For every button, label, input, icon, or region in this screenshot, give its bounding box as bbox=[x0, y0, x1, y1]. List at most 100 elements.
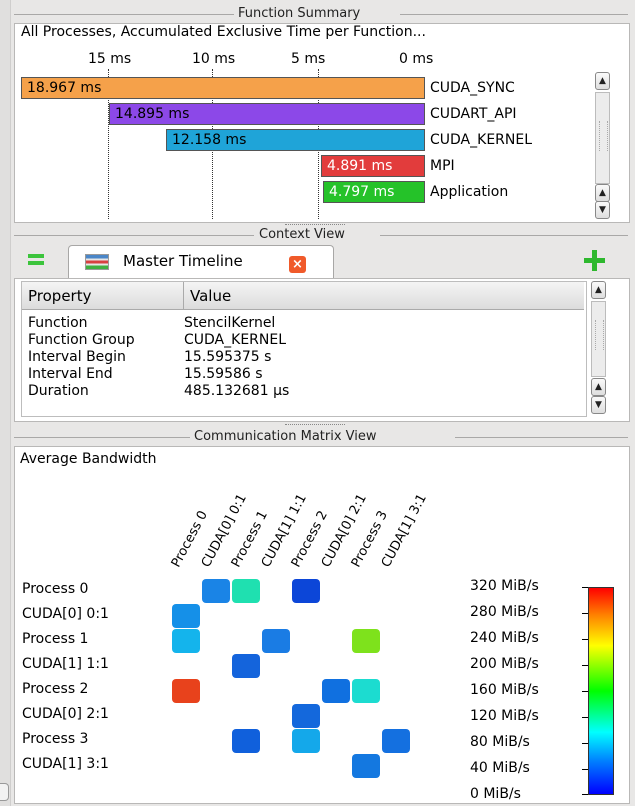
property-value: 485.132681 µs bbox=[184, 383, 290, 399]
bar-value-mpi: 4.891 ms bbox=[327, 158, 393, 174]
matrix-cell[interactable] bbox=[292, 729, 320, 753]
summary-scroll-up-button[interactable]: ▲ bbox=[595, 72, 610, 90]
header-property-label: Property bbox=[28, 287, 92, 305]
summary-scroll-down-button[interactable]: ▼ bbox=[595, 201, 610, 219]
header-value[interactable]: Value bbox=[184, 282, 584, 310]
color-scale-label: 200 MiB/s bbox=[470, 656, 539, 672]
color-scale-tick bbox=[582, 794, 588, 795]
bar-mpi[interactable]: 4.891 ms bbox=[321, 155, 425, 177]
context-scroll-up-button[interactable]: ▲ bbox=[591, 281, 606, 299]
bar-cudart-api[interactable]: 14.895 ms bbox=[109, 103, 425, 125]
bar-label-cuda-sync: CUDA_SYNC bbox=[430, 80, 515, 96]
color-scale-tick bbox=[582, 717, 588, 718]
table-row[interactable]: Interval End 15.59586 s bbox=[22, 366, 289, 383]
context-scrollbar-handle[interactable] bbox=[595, 320, 604, 350]
color-scale-label: 120 MiB/s bbox=[470, 708, 539, 724]
bar-value-cudart-api: 14.895 ms bbox=[115, 106, 190, 122]
property-name: Function Group bbox=[28, 332, 135, 348]
property-name: Interval Begin bbox=[28, 349, 126, 365]
function-summary-panel: All Processes, Accumulated Exclusive Tim… bbox=[14, 23, 630, 223]
bar-cuda-sync[interactable]: 18.967 ms bbox=[21, 77, 425, 99]
context-view-title: Context View bbox=[255, 228, 349, 242]
summary-scroll-up-button-2[interactable]: ▲ bbox=[595, 184, 610, 202]
tab-master-timeline[interactable]: Master Timeline × bbox=[68, 245, 334, 279]
tick-0ms: 0 ms bbox=[399, 51, 434, 67]
bar-application[interactable]: 4.797 ms bbox=[323, 181, 425, 203]
color-scale-tick bbox=[582, 743, 588, 744]
matrix-title: Communication Matrix View bbox=[190, 430, 381, 444]
context-view-separator-right bbox=[380, 235, 628, 236]
color-scale-tick bbox=[582, 613, 588, 614]
bar-label-application: Application bbox=[430, 184, 509, 200]
function-summary-subtitle: All Processes, Accumulated Exclusive Tim… bbox=[21, 24, 426, 40]
property-value: StencilKernel bbox=[184, 315, 276, 331]
tick-15ms: 15 ms bbox=[88, 51, 132, 67]
property-name: Function bbox=[28, 315, 88, 331]
matrix-separator-right bbox=[455, 437, 628, 438]
matrix-cell[interactable] bbox=[232, 579, 260, 603]
left-dock-strip bbox=[0, 0, 11, 806]
matrix-panel bbox=[14, 446, 630, 804]
summary-scrollbar-track[interactable] bbox=[595, 92, 610, 184]
color-scale-tick bbox=[582, 665, 588, 666]
property-value: 15.59586 s bbox=[184, 366, 263, 382]
matrix-cell[interactable] bbox=[172, 604, 200, 628]
function-summary-separator-right bbox=[400, 14, 628, 15]
property-value: CUDA_KERNEL bbox=[184, 332, 287, 348]
timeline-icon bbox=[85, 254, 109, 270]
matrix-cell[interactable] bbox=[262, 629, 290, 653]
matrix-cell[interactable] bbox=[232, 729, 260, 753]
bar-label-cuda-kernel: CUDA_KERNEL bbox=[430, 132, 533, 148]
matrix-cell[interactable] bbox=[322, 679, 350, 703]
matrix-cell[interactable] bbox=[172, 629, 200, 653]
matrix-cell[interactable] bbox=[172, 679, 200, 703]
color-scale-label: 280 MiB/s bbox=[470, 604, 539, 620]
table-row[interactable]: Function StencilKernel bbox=[22, 315, 289, 332]
context-view-separator-left bbox=[14, 235, 254, 236]
color-scale-label: 40 MiB/s bbox=[470, 760, 530, 776]
color-scale-tick bbox=[582, 639, 588, 640]
function-summary-title: Function Summary bbox=[234, 7, 365, 21]
context-scroll-down-button[interactable]: ▼ bbox=[591, 396, 606, 414]
matrix-cell[interactable] bbox=[352, 629, 380, 653]
context-panel: Property Value Function StencilKernel Fun… bbox=[14, 278, 630, 422]
property-name: Interval End bbox=[28, 366, 113, 382]
property-value: 15.595375 s bbox=[184, 349, 272, 365]
color-scale-tick bbox=[582, 769, 588, 770]
context-scroll-up-button-2[interactable]: ▲ bbox=[591, 378, 606, 396]
add-tab-button[interactable] bbox=[584, 250, 606, 272]
color-scale-label: 320 MiB/s bbox=[470, 578, 539, 594]
color-scale-label: 0 MiB/s bbox=[470, 786, 521, 802]
color-scale-label: 240 MiB/s bbox=[470, 630, 539, 646]
dock-collapse-handle[interactable] bbox=[0, 783, 9, 801]
tab-label: Master Timeline bbox=[123, 252, 243, 270]
table-row[interactable]: Interval Begin 15.595375 s bbox=[22, 349, 289, 366]
header-value-label: Value bbox=[190, 287, 232, 305]
matrix-cell[interactable] bbox=[292, 579, 320, 603]
summary-scrollbar-handle[interactable] bbox=[599, 121, 608, 151]
matrix-cell[interactable] bbox=[352, 754, 380, 778]
matrix-splitter-grip[interactable] bbox=[285, 424, 345, 427]
bar-value-cuda-kernel: 12.158 ms bbox=[172, 132, 247, 148]
color-scale-tick bbox=[582, 587, 588, 588]
bar-cuda-kernel[interactable]: 12.158 ms bbox=[166, 129, 425, 151]
tab-menu-button[interactable] bbox=[28, 254, 44, 266]
color-scale-bar bbox=[588, 587, 614, 795]
bar-value-application: 4.797 ms bbox=[329, 184, 395, 200]
property-name: Duration bbox=[28, 383, 89, 399]
function-summary-separator-left bbox=[14, 14, 234, 15]
matrix-cell[interactable] bbox=[232, 654, 260, 678]
color-scale-tick bbox=[582, 691, 588, 692]
matrix-cell[interactable] bbox=[352, 679, 380, 703]
header-property[interactable]: Property bbox=[22, 282, 184, 310]
matrix-cell[interactable] bbox=[292, 704, 320, 728]
table-row[interactable]: Function Group CUDA_KERNEL bbox=[22, 332, 289, 349]
table-row[interactable]: Duration 485.132681 µs bbox=[22, 383, 289, 400]
matrix-separator-left bbox=[14, 437, 190, 438]
matrix-cell[interactable] bbox=[382, 729, 410, 753]
close-tab-icon[interactable]: × bbox=[289, 256, 306, 273]
color-scale-label: 160 MiB/s bbox=[470, 682, 539, 698]
color-scale-label: 80 MiB/s bbox=[470, 734, 530, 750]
matrix-cell[interactable] bbox=[202, 579, 230, 603]
context-scrollbar-track[interactable] bbox=[591, 301, 606, 377]
